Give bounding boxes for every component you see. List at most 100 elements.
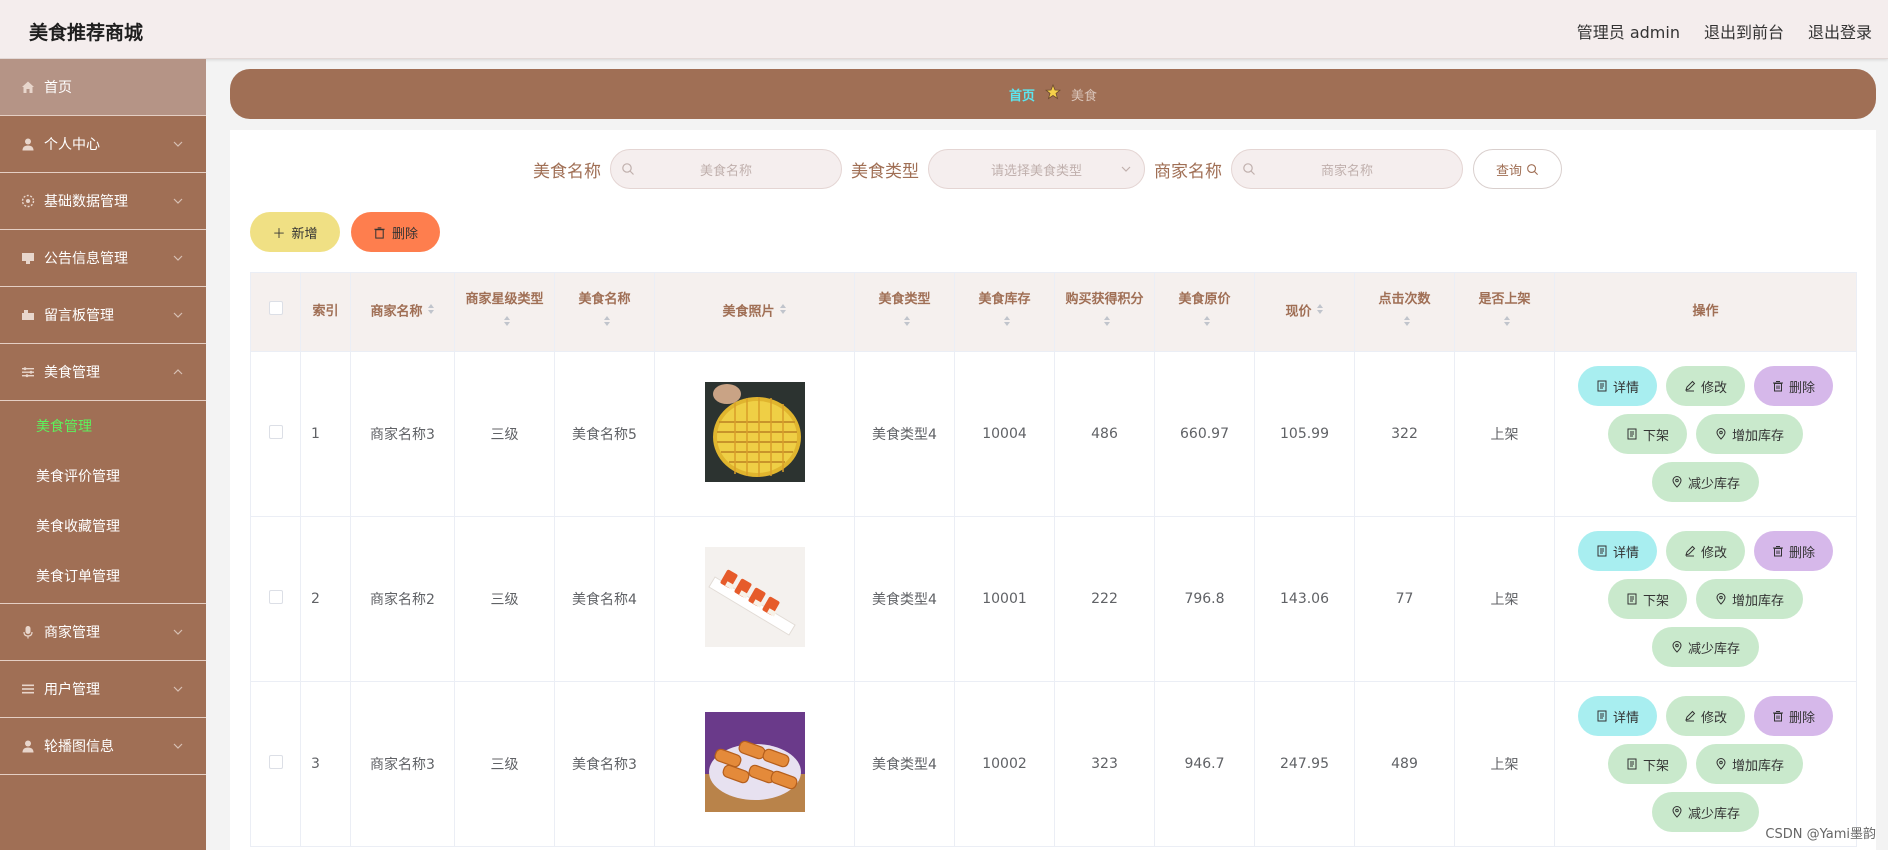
delete-button[interactable]: 删除	[1754, 531, 1833, 571]
decrease-stock-button[interactable]: 减少库存	[1652, 462, 1759, 502]
cell-photo	[654, 516, 855, 682]
cell-points: 222	[1054, 516, 1155, 682]
cell-price: 105.99	[1254, 351, 1355, 517]
edit-button[interactable]: 修改	[1666, 531, 1745, 571]
col-price[interactable]: 现价	[1254, 272, 1355, 352]
breadcrumb-home[interactable]: 首页	[1009, 85, 1035, 104]
home-icon	[20, 79, 36, 95]
row-checkbox[interactable]	[268, 425, 283, 439]
edit-button[interactable]: 修改	[1666, 366, 1745, 406]
food-name-placeholder: 美食名称	[699, 163, 752, 179]
sort-icon[interactable]	[1316, 300, 1324, 324]
col-ops: 操作	[1554, 272, 1857, 352]
off-shelf-button[interactable]: 下架	[1608, 579, 1687, 619]
sidebar-item-users[interactable]: 用户管理	[0, 661, 206, 718]
sidebar-subitem-food-review[interactable]: 美食评价管理	[0, 451, 206, 501]
search-icon	[1527, 163, 1539, 175]
increase-stock-button[interactable]: 增加库存	[1696, 579, 1803, 619]
edit-icon	[1685, 710, 1696, 722]
col-clicks[interactable]: 点击次数	[1354, 272, 1455, 352]
col-shop-name[interactable]: 商家名称	[350, 272, 455, 352]
document-icon	[1627, 593, 1637, 605]
sidebar-item-food[interactable]: 美食管理	[0, 344, 206, 401]
sidebar-subitem-food-favorite[interactable]: 美食收藏管理	[0, 501, 206, 551]
exit-to-front-link[interactable]: 退出到前台	[1704, 19, 1784, 43]
detail-button[interactable]: 详情	[1578, 366, 1657, 406]
col-points[interactable]: 购买获得积分	[1054, 272, 1155, 352]
sort-icon[interactable]	[779, 300, 787, 324]
app-title: 美食推荐商城	[29, 22, 144, 44]
chevron-down-icon	[173, 312, 183, 318]
sort-icon[interactable]	[1203, 312, 1211, 336]
col-orig-price[interactable]: 美食原价	[1154, 272, 1255, 352]
search-form: 美食名称 美食名称 美食类型 请选择美食类型 商家名称 商家名称 查询	[230, 149, 1876, 189]
decrease-stock-button[interactable]: 减少库存	[1652, 792, 1759, 832]
food-name-input[interactable]: 美食名称	[610, 149, 842, 189]
trash-icon	[1772, 546, 1783, 557]
shop-name-input[interactable]: 商家名称	[1231, 149, 1463, 189]
sidebar-subitem-food-manage[interactable]: 美食管理	[0, 401, 206, 451]
col-stock[interactable]: 美食库存	[954, 272, 1055, 352]
edit-button[interactable]: 修改	[1666, 696, 1745, 736]
edit-icon	[1685, 545, 1696, 557]
increase-stock-button[interactable]: 增加库存	[1696, 744, 1803, 784]
breadcrumb-current: 美食	[1071, 88, 1098, 104]
row-checkbox[interactable]	[268, 590, 283, 604]
cell-shop-name: 商家名称3	[350, 681, 455, 847]
chevron-down-icon	[173, 255, 183, 261]
settings-icon	[20, 193, 36, 209]
shop-name-label: 商家名称	[1154, 162, 1222, 182]
col-shop-star[interactable]: 商家星级类型	[454, 272, 555, 352]
col-food-type[interactable]: 美食类型	[854, 272, 955, 352]
food-type-select[interactable]: 请选择美食类型	[928, 149, 1145, 189]
decrease-stock-button[interactable]: 减少库存	[1652, 627, 1759, 667]
sort-icon[interactable]	[1503, 312, 1511, 336]
shop-name-placeholder: 商家名称	[1320, 163, 1373, 179]
sidebar-item-message[interactable]: 留言板管理	[0, 287, 206, 344]
off-shelf-button[interactable]: 下架	[1608, 414, 1687, 454]
delete-button[interactable]: 删除	[1754, 366, 1833, 406]
document-icon	[1597, 380, 1607, 392]
sidebar-item-carousel[interactable]: 轮播图信息	[0, 718, 206, 775]
food-photo-sushi	[704, 547, 805, 647]
sidebar-item-label: 首页	[44, 80, 72, 96]
cell-stock: 10001	[954, 516, 1055, 682]
sort-icon[interactable]	[1003, 312, 1011, 336]
sidebar-item-home[interactable]: 首页	[0, 59, 206, 116]
star-icon	[1044, 83, 1062, 104]
sidebar-subitem-food-order[interactable]: 美食订单管理	[0, 551, 206, 601]
cell-photo	[654, 681, 855, 847]
query-button[interactable]: 查询	[1473, 149, 1562, 189]
table-header-row: 索引 商家名称 商家星级类型 美食名称 美食照片 美食类型 美食库存 购买获得积…	[250, 272, 1857, 352]
sort-icon[interactable]	[1403, 312, 1411, 336]
delete-button[interactable]: 删除	[1754, 696, 1833, 736]
sidebar-item-label: 用户管理	[44, 682, 100, 698]
document-icon	[1597, 545, 1607, 557]
col-photo[interactable]: 美食照片	[654, 272, 855, 352]
sidebar-item-base-data[interactable]: 基础数据管理	[0, 173, 206, 230]
select-all-cell[interactable]	[250, 272, 301, 352]
detail-button[interactable]: 详情	[1578, 696, 1657, 736]
batch-delete-button[interactable]: 删除	[351, 212, 440, 252]
off-shelf-button[interactable]: 下架	[1608, 744, 1687, 784]
row-checkbox[interactable]	[268, 755, 283, 769]
sort-icon[interactable]	[603, 312, 611, 336]
sidebar-item-label: 留言板管理	[44, 308, 114, 324]
col-on-shelf[interactable]: 是否上架	[1454, 272, 1555, 352]
plus-icon: ＋	[272, 226, 286, 242]
increase-stock-button[interactable]: 增加库存	[1696, 414, 1803, 454]
sort-icon[interactable]	[427, 300, 435, 324]
add-button[interactable]: ＋ 新增	[250, 212, 340, 252]
sidebar-item-notice[interactable]: 公告信息管理	[0, 230, 206, 287]
sort-icon[interactable]	[503, 312, 511, 336]
col-food-name[interactable]: 美食名称	[554, 272, 655, 352]
select-all-checkbox[interactable]	[268, 301, 283, 315]
cell-orig-price: 660.97	[1154, 351, 1255, 517]
logout-link[interactable]: 退出登录	[1808, 19, 1872, 43]
sidebar-item-personal[interactable]: 个人中心	[0, 116, 206, 173]
sidebar-item-shop[interactable]: 商家管理	[0, 604, 206, 661]
header-links: 管理员 admin 退出到前台 退出登录	[1577, 19, 1872, 43]
sort-icon[interactable]	[903, 312, 911, 336]
sort-icon[interactable]	[1103, 312, 1111, 336]
detail-button[interactable]: 详情	[1578, 531, 1657, 571]
